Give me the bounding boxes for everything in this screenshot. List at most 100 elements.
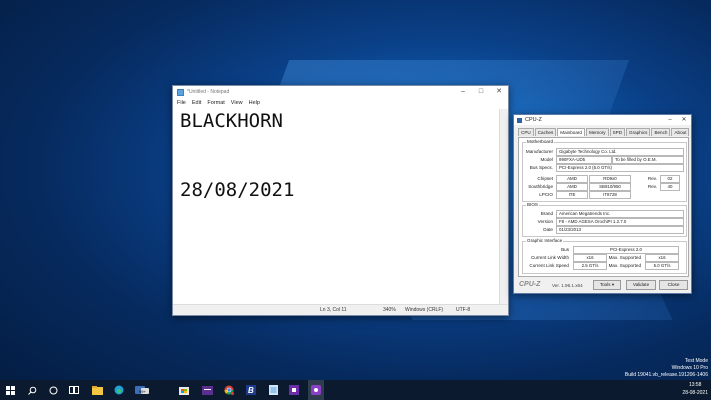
southbridge-label: Southbridge (528, 184, 553, 189)
tab-mainboard[interactable]: Mainboard (557, 128, 585, 136)
clock-time: 13:58 (688, 382, 702, 388)
edge-icon[interactable] (111, 380, 127, 400)
bios-date-label: Date (543, 227, 553, 232)
active-app-icon[interactable] (308, 380, 324, 400)
cpu-z-version: Ver. 1.96.1.x64 (552, 283, 583, 288)
motherboard-group: Motherboard Manufacturer Gigabyte Techno… (522, 139, 687, 202)
bios-version-label: Version (537, 219, 553, 224)
notepad-titlebar[interactable]: *Untitled - Notepad – □ ✕ (173, 86, 508, 98)
encoding: UTF-8 (456, 307, 471, 313)
test-mode-watermark: Test Mode Windows 10 Pro Build 19041.vb_… (625, 358, 708, 379)
svg-text:B: B (248, 386, 254, 395)
taskbar: 99+ B 13:58 28-08-2021 (0, 380, 711, 400)
gi-speed-label: Current Link Speed (529, 263, 569, 268)
notepad-icon[interactable] (265, 380, 281, 400)
tab-graphics[interactable]: Graphics (626, 128, 651, 136)
cpu-z-icon[interactable] (286, 380, 302, 400)
line-ending: Windows (CRLF) (405, 307, 444, 313)
notepad-window[interactable]: *Untitled - Notepad – □ ✕ File Edit Form… (172, 85, 509, 316)
vertical-scrollbar[interactable] (499, 109, 508, 304)
search-icon[interactable] (24, 380, 40, 400)
notepad-statusbar: Ln 3, Col 11 340% Windows (CRLF) UTF-8 (173, 304, 508, 315)
bus-specs-value: PCI-Express 2.0 (5.0 GT/s) (556, 164, 684, 172)
lpcio-label: LPCIO (539, 192, 553, 197)
system-clock[interactable]: 13:58 28-08-2021 (682, 381, 708, 397)
close-icon[interactable]: ✕ (677, 115, 691, 125)
gi-bus-label: Bus (561, 247, 569, 252)
bus-specs-label: Bus Specs. (529, 165, 553, 170)
menu-format[interactable]: Format (207, 100, 224, 106)
text-line (180, 133, 498, 156)
tab-bench[interactable]: Bench (651, 128, 671, 136)
cpu-z-tabs: CPU Caches Mainboard Memory SPD Graphics… (518, 128, 690, 136)
group-title: Graphic Interface (526, 238, 564, 243)
cpu-z-window[interactable]: CPU-Z – ✕ CPU Caches Mainboard Memory SP… (513, 114, 692, 294)
gi-max-speed-label: Max. Supported (608, 263, 641, 268)
maximize-icon[interactable]: □ (472, 86, 490, 98)
minimize-icon[interactable]: – (663, 115, 677, 125)
close-button[interactable]: Close (659, 280, 688, 290)
zoom-level: 340% (383, 307, 396, 313)
app-badge-icon[interactable]: 99+ (132, 380, 152, 400)
southbridge-value: SB910/950 (589, 183, 631, 191)
store-icon[interactable] (176, 380, 192, 400)
menu-edit[interactable]: Edit (192, 100, 201, 106)
notepad-menubar: File Edit Format View Help (173, 98, 508, 108)
bios-group: BIOS Brand American Megatrends Inc. Vers… (522, 202, 687, 237)
cpu-z-titlebar[interactable]: CPU-Z – ✕ (514, 115, 691, 125)
chipset-value: RD9x0 (589, 175, 631, 183)
group-title: Motherboard (526, 139, 555, 144)
cpu-z-footer: CPU-Z Ver. 1.96.1.x64 Tools ▾ Validate C… (518, 279, 688, 291)
bios-date-value: 01/23/2013 (556, 226, 684, 234)
bios-brand-label: Brand (540, 211, 553, 216)
southbridge-vendor: AMD (556, 183, 588, 191)
windows-start-icon[interactable] (2, 380, 18, 400)
task-view-icon[interactable] (66, 380, 82, 400)
tab-caches[interactable]: Caches (534, 128, 557, 136)
text-line (180, 156, 498, 179)
close-icon[interactable]: ✕ (490, 86, 508, 98)
menu-help[interactable]: Help (249, 100, 260, 106)
notification-badge: 99+ (139, 389, 146, 394)
app-purple-icon[interactable] (199, 380, 215, 400)
chrome-icon[interactable] (221, 380, 237, 400)
chipset-vendor: AMD (556, 175, 588, 183)
tools-label: Tools (599, 282, 611, 287)
watermark-line: Test Mode (684, 358, 708, 364)
gi-bus-value: PCI-Express 2.0 (573, 246, 679, 254)
bios-version-value: F8 - AMD AGESA OrochiPI 1.2.7.0 (556, 218, 684, 226)
gi-width-value: x16 (573, 254, 607, 262)
graphic-interface-group: Graphic Interface Bus PCI-Express 2.0 Cu… (522, 238, 687, 274)
tab-memory[interactable]: Memory (586, 128, 609, 136)
gi-max-width-value: x16 (645, 254, 679, 262)
gi-max-speed-value: 5.0 GT/s (645, 262, 679, 270)
file-explorer-icon[interactable] (89, 380, 105, 400)
manufacturer-label: Manufacturer (525, 149, 553, 154)
menu-view[interactable]: View (231, 100, 243, 106)
chipset-rev-label: Rev. (647, 176, 657, 181)
tools-button[interactable]: Tools ▾ (593, 280, 621, 290)
model-label: Model (540, 157, 553, 162)
notepad-title: *Untitled - Notepad (187, 89, 230, 95)
validate-button[interactable]: Validate (626, 280, 656, 290)
chevron-down-icon: ▾ (611, 282, 615, 287)
gi-speed-value: 2.5 GT/s (573, 262, 607, 270)
southbridge-rev-label: Rev. (647, 184, 657, 189)
cortana-icon[interactable] (45, 380, 61, 400)
tab-cpu[interactable]: CPU (518, 128, 534, 136)
group-title: BIOS (526, 202, 539, 207)
text-line: BLACKHORN (180, 110, 283, 132)
chipset-rev: 02 (660, 175, 680, 183)
menu-file[interactable]: File (177, 100, 186, 106)
manufacturer-value: Gigabyte Technology Co. Ltd. (556, 148, 684, 156)
tab-about[interactable]: About (671, 128, 690, 136)
model-extra-value: To be filled by O.E.M. (612, 156, 684, 164)
blackhorn-app-icon[interactable]: B (243, 380, 259, 400)
gi-max-width-label: Max. Supported (608, 255, 641, 260)
cpu-z-icon (517, 117, 522, 123)
tab-spd[interactable]: SPD (609, 128, 626, 136)
text-line: 28/08/2021 (180, 179, 295, 201)
gi-width-label: Current Link Width (530, 255, 569, 260)
minimize-icon[interactable]: – (454, 86, 472, 98)
notepad-text-area[interactable]: BLACKHORN 28/08/2021 (180, 110, 498, 303)
